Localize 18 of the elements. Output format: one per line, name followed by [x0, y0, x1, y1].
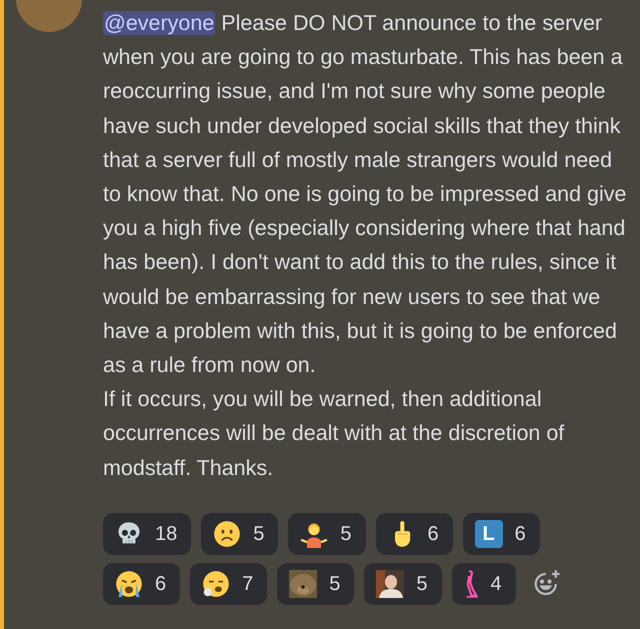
reaction-button[interactable]: 4 — [452, 562, 516, 605]
sad-face-icon — [213, 520, 242, 548]
reaction-button[interactable]: L 6 — [462, 512, 540, 555]
reaction-button[interactable]: 6 — [376, 512, 453, 555]
sleepy-face-icon — [202, 570, 230, 598]
reaction-button[interactable]: 7 — [190, 562, 268, 605]
dancing-figure-icon — [464, 570, 478, 598]
crying-face-icon — [115, 570, 143, 598]
reaction-button[interactable]: 6 — [103, 562, 180, 605]
reaction-button[interactable]: 18 — [103, 512, 192, 555]
reaction-button[interactable]: 5 — [364, 562, 442, 605]
message-text: If it occurs, you will be warned, then additional occurrences will be dealt with at the discretion of modstaff. Thanks. — [103, 386, 566, 482]
reaction-button[interactable]: 5 — [277, 562, 354, 605]
mention-tag[interactable]: @everyone — [103, 11, 216, 35]
reaction-button[interactable]: 5 — [288, 512, 366, 555]
message-text: @everyone Please DO NOT announce to the server when you are going to go masturbate. This has been a reoccurring issue, and I'm not sure why some people have such under developed social skills that they think that a server full of mostly male strangers would need to know that. No one is going to be impressed and give you a high five (especially considering where that hand has been). I don't want to add this to the rules, since it would be embarrassing for new users to see that we have a problem with this, but it is going to be enforced as a rule from now on. — [103, 10, 628, 380]
letter-tile: L — [474, 520, 503, 548]
reaction-button[interactable]: 5 — [201, 512, 278, 555]
